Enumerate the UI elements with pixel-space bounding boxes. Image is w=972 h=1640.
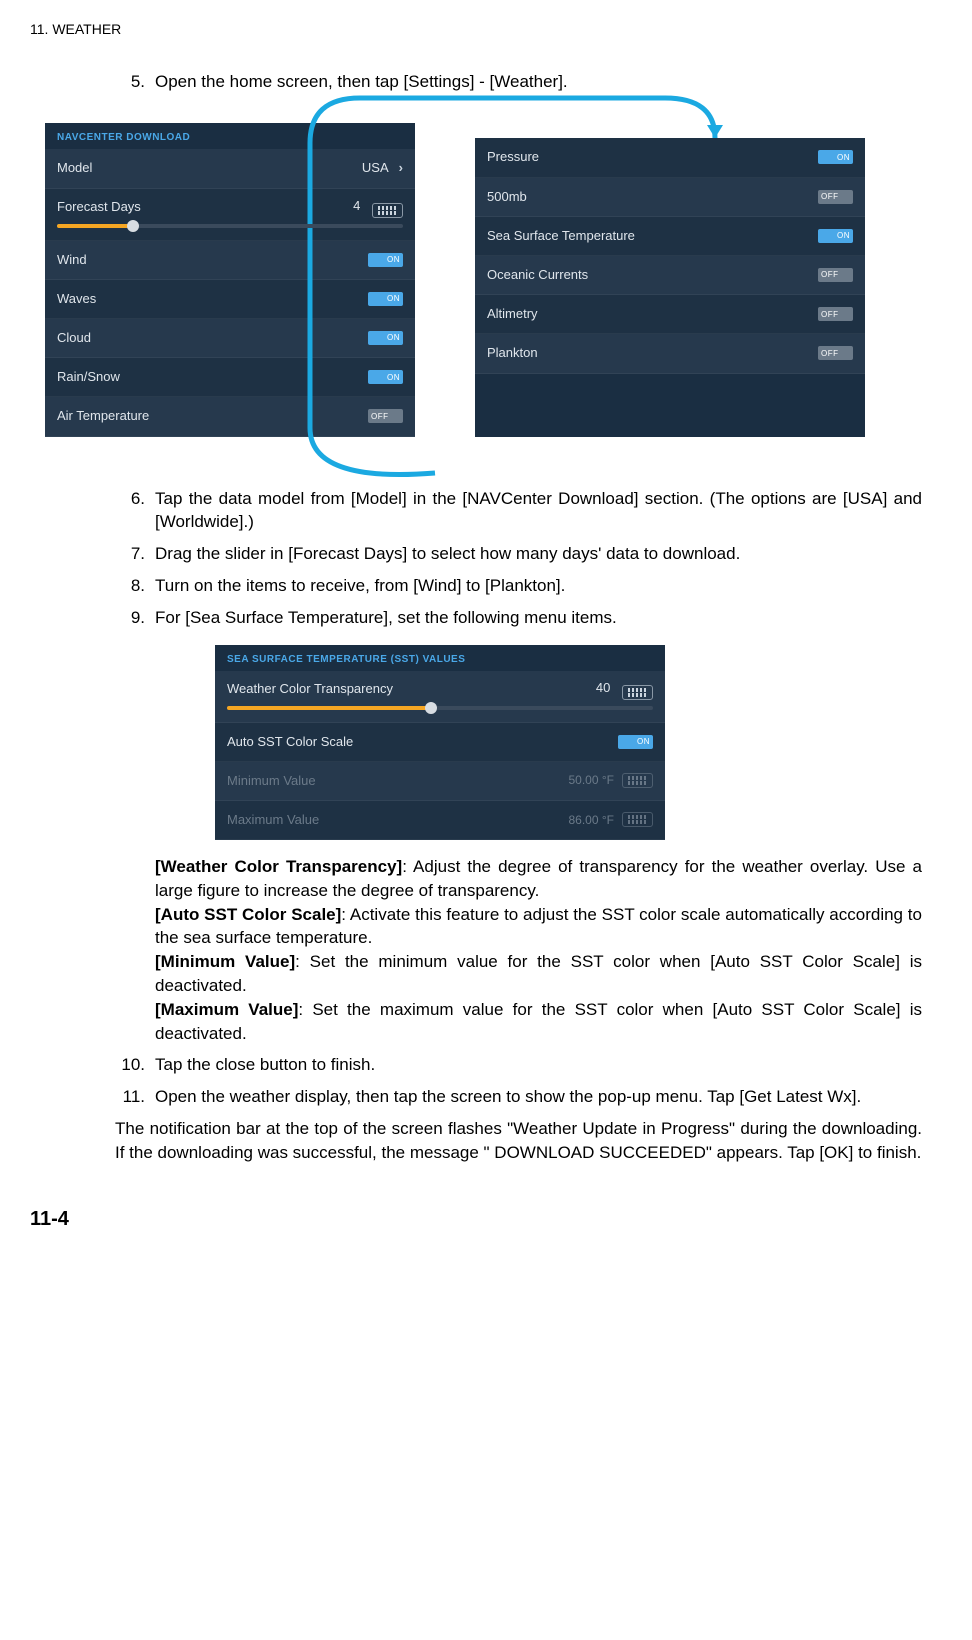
forecast-slider[interactable] [57,224,403,228]
minval-label: Minimum Value [227,772,569,790]
model-row[interactable]: Model USA › [45,149,415,188]
cloud-row[interactable]: Cloud ON [45,319,415,358]
forecast-value: 4 [353,198,360,213]
page-number: 11-4 [30,1205,942,1233]
transparency-value: 40 [596,680,610,695]
keypad-icon [622,773,653,788]
keypad-icon [622,812,653,827]
transparency-slider[interactable] [227,706,653,710]
step-text: For [Sea Surface Temperature], set the f… [155,606,922,630]
altimetry-toggle[interactable]: OFF [818,307,853,321]
currents-row[interactable]: Oceanic Currents OFF [475,256,865,295]
description-block: [Weather Color Transparency]: Adjust the… [155,855,922,1045]
plankton-label: Plankton [487,344,818,362]
altimetry-row[interactable]: Altimetry OFF [475,295,865,334]
step-text: Open the home screen, then tap [Settings… [155,70,922,94]
step-text: Tap the data model from [Model] in the [… [155,487,922,535]
step-11: 11. Open the weather display, then tap t… [115,1085,922,1109]
step-number: 10. [115,1053,155,1077]
500mb-row[interactable]: 500mb OFF [475,178,865,217]
model-label: Model [57,159,362,177]
step-text: Tap the close button to finish. [155,1053,922,1077]
currents-label: Oceanic Currents [487,266,818,284]
sst-label: Sea Surface Temperature [487,227,818,245]
500mb-label: 500mb [487,188,818,206]
rain-label: Rain/Snow [57,368,368,386]
waves-toggle[interactable]: ON [368,292,403,306]
airtemp-row[interactable]: Air Temperature OFF [45,397,415,436]
maxval-row: Maximum Value 86.00 °F [215,801,665,840]
step-8: 8. Turn on the items to receive, from [W… [115,574,922,598]
step-number: 5. [115,70,155,94]
wind-label: Wind [57,251,368,269]
sst-screenshot-figure: SEA SURFACE TEMPERATURE (SST) VALUES Wea… [215,645,942,841]
step-text: Open the weather display, then tap the s… [155,1085,922,1109]
currents-toggle[interactable]: OFF [818,268,853,282]
navcenter-panel-right: Pressure ON 500mb OFF Sea Surface Temper… [475,138,865,436]
pressure-toggle[interactable]: ON [818,150,853,164]
minval-value: 50.00 °F [569,772,615,789]
step-5: 5. Open the home screen, then tap [Setti… [115,70,922,94]
autoscale-toggle[interactable]: ON [618,735,653,749]
step-number: 11. [115,1085,155,1109]
closing-paragraph: The notification bar at the top of the s… [115,1117,922,1165]
navcenter-panel: NAVCENTER DOWNLOAD Model USA › Forecast … [45,123,415,436]
airtemp-toggle[interactable]: OFF [368,409,403,423]
sst-panel-header: SEA SURFACE TEMPERATURE (SST) VALUES [215,645,665,671]
max-heading: [Maximum Value] [155,1000,298,1019]
sst-row[interactable]: Sea Surface Temperature ON [475,217,865,256]
cloud-label: Cloud [57,329,368,347]
step-number: 9. [115,606,155,630]
500mb-toggle[interactable]: OFF [818,190,853,204]
chevron-right-icon: › [399,159,403,177]
step-number: 6. [115,487,155,535]
keypad-icon[interactable] [622,685,653,700]
step-7: 7. Drag the slider in [Forecast Days] to… [115,542,922,566]
autoscale-label: Auto SST Color Scale [227,733,618,751]
rain-toggle[interactable]: ON [368,370,403,384]
wind-toggle[interactable]: ON [368,253,403,267]
waves-label: Waves [57,290,368,308]
transparency-row: Weather Color Transparency 40 [215,671,665,723]
auto-heading: [Auto SST Color Scale] [155,905,341,924]
minval-row: Minimum Value 50.00 °F [215,762,665,801]
panel-header: NAVCENTER DOWNLOAD [45,123,415,149]
plankton-row[interactable]: Plankton OFF [475,334,865,373]
transparency-label: Weather Color Transparency [227,680,393,698]
sst-panel: SEA SURFACE TEMPERATURE (SST) VALUES Wea… [215,645,665,841]
step-6: 6. Tap the data model from [Model] in th… [115,487,922,535]
wind-row[interactable]: Wind ON [45,241,415,280]
maxval-value: 86.00 °F [569,812,615,829]
plankton-toggle[interactable]: OFF [818,346,853,360]
step-text: Turn on the items to receive, from [Wind… [155,574,922,598]
step-number: 7. [115,542,155,566]
cloud-toggle[interactable]: ON [368,331,403,345]
wct-heading: [Weather Color Transparency] [155,857,402,876]
step-10: 10. Tap the close button to finish. [115,1053,922,1077]
rain-row[interactable]: Rain/Snow ON [45,358,415,397]
min-heading: [Minimum Value] [155,952,295,971]
pressure-label: Pressure [487,148,818,166]
autoscale-row[interactable]: Auto SST Color Scale ON [215,723,665,762]
keypad-icon[interactable] [372,203,403,218]
step-text: Drag the slider in [Forecast Days] to se… [155,542,922,566]
step-9: 9. For [Sea Surface Temperature], set th… [115,606,922,630]
page-header: 11. WEATHER [30,20,942,40]
screenshot-figure: NAVCENTER DOWNLOAD Model USA › Forecast … [45,123,942,436]
airtemp-label: Air Temperature [57,407,368,425]
forecast-days-row: Forecast Days 4 [45,189,415,241]
forecast-label: Forecast Days [57,198,141,216]
step-number: 8. [115,574,155,598]
altimetry-label: Altimetry [487,305,818,323]
pressure-row[interactable]: Pressure ON [475,138,865,177]
maxval-label: Maximum Value [227,811,569,829]
sst-toggle[interactable]: ON [818,229,853,243]
waves-row[interactable]: Waves ON [45,280,415,319]
model-value: USA [362,159,389,177]
